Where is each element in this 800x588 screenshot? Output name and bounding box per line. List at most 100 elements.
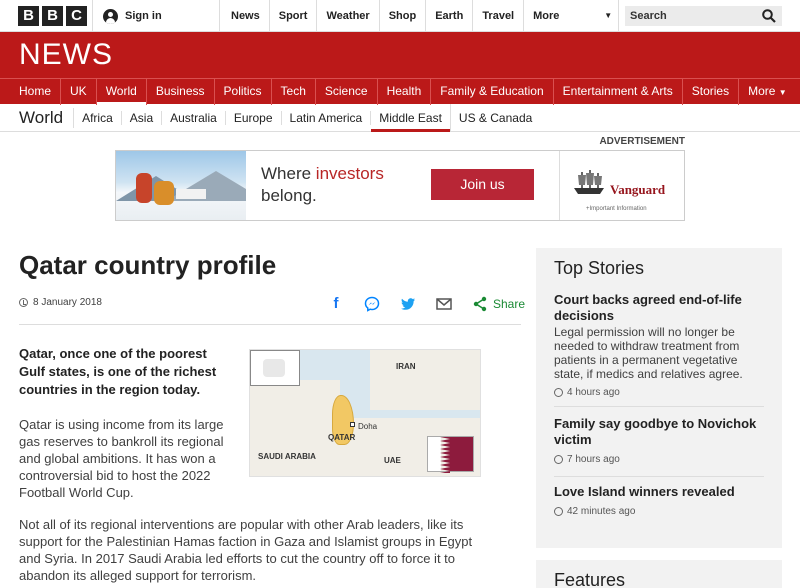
ship-icon [574, 170, 604, 194]
top-story-item[interactable]: Court backs agreed end-of-life decisions… [554, 292, 766, 398]
map-inset [250, 350, 300, 386]
main-nav-home[interactable]: Home [10, 79, 62, 105]
map-label-uae: UAE [384, 456, 401, 465]
ad-photo [116, 151, 246, 220]
main-nav-tech[interactable]: Tech [272, 79, 316, 105]
subnav-australia[interactable]: Australia [162, 110, 226, 125]
main-nav-science[interactable]: Science [316, 79, 378, 105]
top-story-headline[interactable]: Love Island winners revealed [554, 484, 766, 500]
ad-tagline-b: belong. [261, 186, 317, 205]
global-nav-news[interactable]: News [222, 0, 270, 32]
qatar-map: IRAN Doha QATAR SAUDI ARABIA UAE [249, 349, 481, 477]
main-nav: Home UK World Business Politics Tech Sci… [0, 78, 800, 105]
section-title[interactable]: World [19, 107, 75, 128]
caret-down-icon: ▼ [604, 11, 613, 20]
subnav-africa[interactable]: Africa [74, 110, 122, 125]
main-nav-health[interactable]: Health [378, 79, 432, 105]
global-nav-weather[interactable]: Weather [317, 0, 380, 32]
logo-letter-b2: B [42, 6, 63, 26]
search-icon[interactable] [762, 9, 776, 23]
top-story-summary: Legal permission will no longer be neede… [554, 325, 743, 381]
global-nav: News Sport Weather Shop Earth Travel Mor… [222, 0, 620, 32]
top-story-headline[interactable]: Court backs agreed end-of-life decisions [554, 292, 766, 324]
subnav-latin-america[interactable]: Latin America [282, 110, 372, 125]
messenger-icon[interactable] [363, 296, 381, 312]
article-paragraph-2: Not all of its regional interventions ar… [19, 517, 473, 583]
subnav-us-canada[interactable]: US & Canada [451, 111, 540, 125]
section-subnav: World Africa Asia Australia Europe Latin… [0, 103, 800, 132]
advertisement-banner[interactable]: Where investors belong. Join us Vanguard… [115, 150, 685, 221]
main-nav-uk[interactable]: UK [61, 79, 97, 105]
ad-brand-name: Vanguard [610, 182, 666, 197]
advertisement-label: ADVERTISEMENT [599, 136, 685, 147]
user-icon [103, 8, 118, 24]
divider [554, 406, 764, 407]
search-placeholder: Search [630, 10, 667, 22]
global-nav-earth[interactable]: Earth [426, 0, 474, 32]
divider [554, 476, 764, 477]
main-nav-business[interactable]: Business [147, 79, 215, 105]
main-nav-entertainment-arts[interactable]: Entertainment & Arts [554, 79, 683, 105]
bbc-logo[interactable]: B B C [18, 6, 87, 26]
global-nav-more[interactable]: More ▼ [524, 0, 620, 32]
global-nav-more-label: More [533, 10, 560, 22]
ad-fine-print[interactable]: +Important Information [586, 206, 647, 212]
article-meta-bar: 8 January 2018 f Share [19, 290, 525, 325]
twitter-icon[interactable] [399, 296, 417, 312]
subnav-europe[interactable]: Europe [226, 110, 282, 125]
global-nav-travel[interactable]: Travel [473, 0, 525, 32]
ad-join-button[interactable]: Join us [431, 169, 534, 200]
global-header: B B C Sign in News Sport Weather Shop Ea… [0, 0, 800, 32]
ad-brand-panel: Vanguard +Important Information [559, 151, 684, 220]
global-nav-sport[interactable]: Sport [270, 0, 318, 32]
map-label-iran: IRAN [396, 362, 416, 371]
news-logo[interactable]: NEWS [19, 38, 113, 72]
article-headline: Qatar country profile [19, 250, 277, 280]
signin-label: Sign in [125, 10, 162, 22]
map-label-doha: Doha [358, 422, 378, 431]
top-story-time: 42 minutes ago [567, 506, 636, 517]
top-story-timestamp: 42 minutes ago [554, 506, 766, 517]
share-icon[interactable] [471, 296, 489, 312]
clock-icon [554, 388, 563, 397]
top-story-item[interactable]: Love Island winners revealed 42 minutes … [554, 484, 766, 517]
email-icon[interactable] [435, 296, 453, 312]
clock-icon [554, 455, 563, 464]
share-tools: f Share [327, 296, 525, 312]
top-story-timestamp: 7 hours ago [554, 454, 766, 465]
clock-icon [19, 298, 28, 307]
top-story-item[interactable]: Family say goodbye to Novichok victim 7 … [554, 416, 766, 465]
main-nav-family-education[interactable]: Family & Education [431, 79, 554, 105]
qatar-flag [427, 436, 474, 473]
article-date: 8 January 2018 [33, 297, 102, 308]
main-nav-world[interactable]: World [96, 79, 147, 105]
logo-letter-b1: B [18, 6, 39, 26]
features-title: Features [554, 570, 626, 588]
facebook-icon[interactable]: f [327, 296, 345, 312]
top-story-time: 4 hours ago [567, 387, 620, 398]
map-label-saudi-arabia: SAUDI ARABIA [258, 452, 316, 461]
article-paragraph-1: Qatar is using income from its large gas… [19, 417, 224, 500]
news-banner: NEWS [0, 32, 800, 78]
map-label-qatar: QATAR [328, 433, 356, 442]
main-nav-stories[interactable]: Stories [683, 79, 740, 105]
subnav-middle-east[interactable]: Middle East [371, 103, 451, 132]
main-nav-more[interactable]: More ▼ [739, 79, 796, 105]
caret-down-icon: ▼ [778, 88, 787, 97]
features-panel: Features [536, 560, 782, 588]
ad-tagline-a: Where [261, 164, 316, 183]
global-nav-shop[interactable]: Shop [380, 0, 427, 32]
ad-tagline-highlight: investors [315, 164, 384, 183]
ad-tagline: Where investors belong. [261, 163, 384, 207]
top-story-headline[interactable]: Family say goodbye to Novichok victim [554, 416, 766, 448]
subnav-asia[interactable]: Asia [122, 110, 163, 125]
top-story-time: 7 hours ago [567, 454, 620, 465]
article-intro: Qatar, once one of the poorest Gulf stat… [19, 346, 217, 397]
signin-button[interactable]: Sign in [92, 0, 220, 32]
search-input[interactable]: Search [625, 6, 782, 26]
share-label[interactable]: Share [493, 297, 525, 311]
map-doha-marker [350, 422, 355, 427]
top-stories-title: Top Stories [554, 258, 645, 278]
main-nav-politics[interactable]: Politics [215, 79, 272, 105]
main-nav-more-label: More [748, 84, 776, 98]
